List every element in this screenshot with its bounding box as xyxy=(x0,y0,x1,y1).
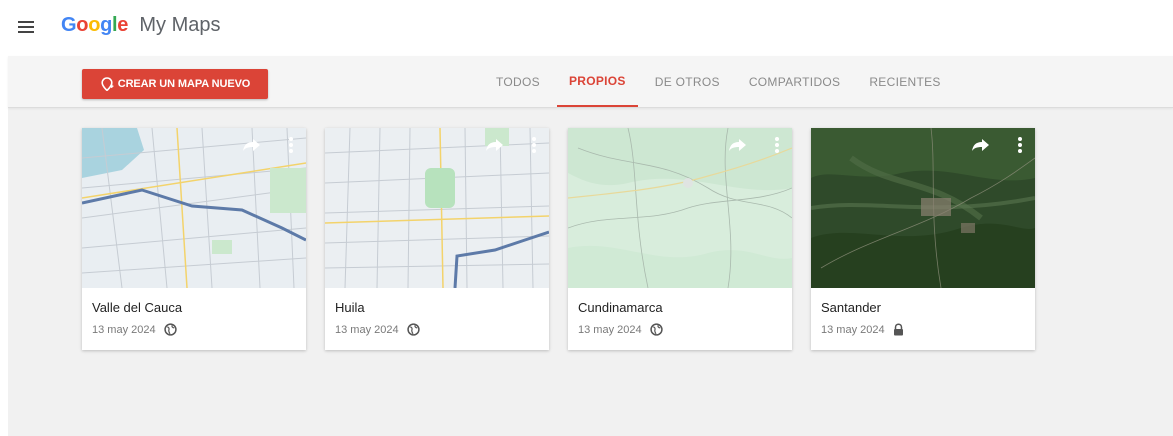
share-icon[interactable] xyxy=(728,137,748,153)
map-title: Valle del Cauca xyxy=(92,300,183,315)
app-logo: Google My Maps xyxy=(61,12,221,38)
map-thumbnail xyxy=(568,128,792,288)
add-map-icon xyxy=(101,77,114,91)
create-map-label: CREAR UN MAPA NUEVO xyxy=(117,78,251,90)
share-icon[interactable] xyxy=(971,137,991,153)
tab-recientes[interactable]: RECIENTES xyxy=(857,56,952,107)
tab-compartidos[interactable]: COMPARTIDOS xyxy=(737,56,853,107)
more-vert-icon[interactable] xyxy=(288,136,294,154)
tab-de-otros[interactable]: DE OTROS xyxy=(643,56,732,107)
map-card-cundinamarca[interactable]: Cundinamarca 13 may 2024 xyxy=(568,128,792,350)
tab-propios[interactable]: PROPIOS xyxy=(556,56,638,107)
map-meta: 13 may 2024 xyxy=(92,323,177,336)
map-card-huila[interactable]: Huila 13 may 2024 xyxy=(325,128,549,350)
map-card-valle-del-cauca[interactable]: Valle del Cauca 13 may 2024 xyxy=(82,128,306,350)
map-card-santander[interactable]: Santander 13 may 2024 xyxy=(811,128,1035,350)
tabs: TODOS PROPIOS DE OTROS COMPARTIDOS RECIE… xyxy=(484,56,958,107)
create-map-button[interactable]: CREAR UN MAPA NUEVO xyxy=(82,69,268,99)
more-vert-icon[interactable] xyxy=(774,136,780,154)
tab-todos[interactable]: TODOS xyxy=(484,56,552,107)
logo-letter: o xyxy=(76,14,89,36)
logo-letter: o xyxy=(88,14,101,36)
lock-icon xyxy=(893,323,903,336)
map-meta: 13 may 2024 xyxy=(578,323,663,336)
map-title: Santander xyxy=(821,300,881,315)
map-title: Huila xyxy=(335,300,365,315)
map-date: 13 may 2024 xyxy=(821,323,885,336)
top-app-bar: Google My Maps xyxy=(0,0,1173,56)
map-thumbnail xyxy=(811,128,1035,288)
more-vert-icon[interactable] xyxy=(1017,136,1023,154)
logo-letter: G xyxy=(61,14,77,36)
google-wordmark: Google xyxy=(61,14,133,36)
map-title: Cundinamarca xyxy=(578,300,663,315)
globe-icon xyxy=(649,323,663,336)
map-meta: 13 may 2024 xyxy=(821,323,904,336)
tab-bar: CREAR UN MAPA NUEVO TODOS PROPIOS DE OTR… xyxy=(8,56,1173,108)
more-vert-icon[interactable] xyxy=(531,136,537,154)
share-icon[interactable] xyxy=(485,137,505,153)
street-map-image xyxy=(325,128,549,288)
hamburger-menu-icon[interactable] xyxy=(15,18,37,36)
map-meta: 13 may 2024 xyxy=(335,323,420,336)
satellite-map-image xyxy=(811,128,1035,288)
logo-letter: g xyxy=(100,14,113,36)
content-area: CREAR UN MAPA NUEVO TODOS PROPIOS DE OTR… xyxy=(8,56,1173,436)
map-thumbnail xyxy=(325,128,549,288)
map-date: 13 may 2024 xyxy=(335,323,399,336)
globe-icon xyxy=(163,323,177,336)
share-icon[interactable] xyxy=(242,137,262,153)
street-map-image xyxy=(82,128,306,288)
map-date: 13 may 2024 xyxy=(92,323,156,336)
terrain-map-image xyxy=(568,128,792,288)
product-name: My Maps xyxy=(139,14,221,36)
map-date: 13 may 2024 xyxy=(578,323,642,336)
logo-letter: e xyxy=(117,14,129,36)
map-thumbnail xyxy=(82,128,306,288)
globe-icon xyxy=(406,323,420,336)
